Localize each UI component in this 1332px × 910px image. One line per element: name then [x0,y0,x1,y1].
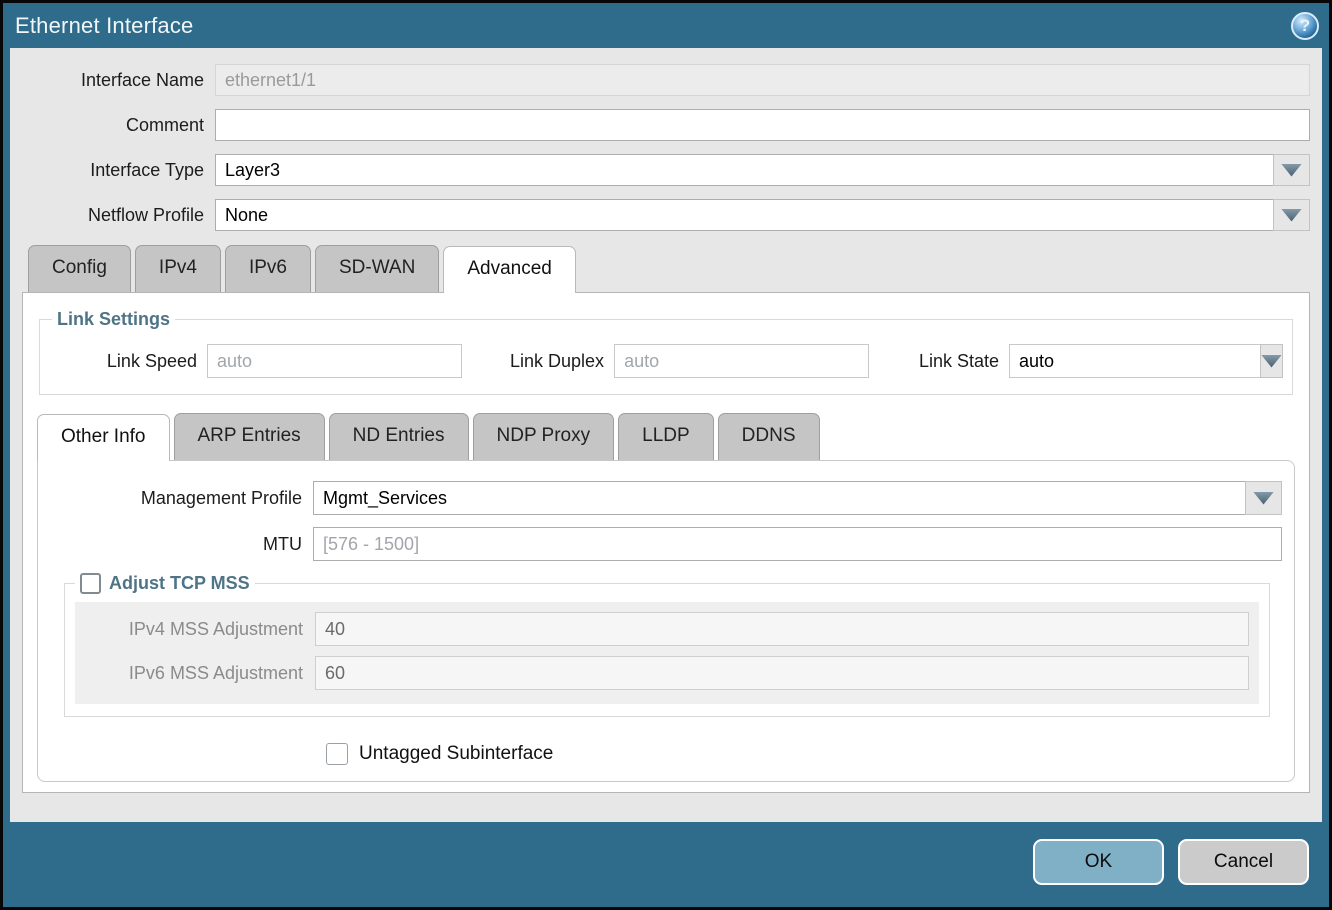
interface-type-label: Interface Type [22,160,215,181]
adjust-tcp-mss-legend-text: Adjust TCP MSS [109,573,250,594]
interface-type-field[interactable] [215,154,1273,186]
link-settings-fieldset: Link Settings Link Speed Link Duplex Lin… [39,309,1293,395]
untagged-subinterface-row: Untagged Subinterface [326,743,1282,765]
management-profile-dropdown-button[interactable] [1245,481,1282,515]
mtu-row: MTU [50,527,1282,561]
untagged-subinterface-label: Untagged Subinterface [359,743,553,765]
cancel-button[interactable]: Cancel [1178,839,1309,885]
link-state-group: Link State [919,344,1262,378]
adjust-tcp-mss-fieldset: Adjust TCP MSS IPv4 MSS Adjustment IPv6 … [64,573,1270,717]
ipv6-mss-field [315,656,1249,690]
link-state-dropdown-button[interactable] [1260,344,1283,378]
tab-advanced[interactable]: Advanced [443,246,576,293]
tab-arp-entries[interactable]: ARP Entries [174,413,325,460]
interface-type-dropdown [215,154,1310,186]
tab-lldp[interactable]: LLDP [618,413,714,460]
mtu-field[interactable] [313,527,1282,561]
tab-ipv6[interactable]: IPv6 [225,245,311,292]
adjust-tcp-mss-legend: Adjust TCP MSS [75,573,255,594]
management-profile-field[interactable] [313,481,1245,515]
interface-name-label: Interface Name [22,70,215,91]
chevron-down-icon [1253,492,1274,505]
tab-ipv4[interactable]: IPv4 [135,245,221,292]
comment-label: Comment [22,115,215,136]
help-icon[interactable]: ? [1291,12,1319,40]
netflow-profile-label: Netflow Profile [22,205,215,226]
other-info-panel: Management Profile MTU Adjust [37,460,1295,782]
dialog-body: Interface Name Comment Interface Type Ne… [10,48,1322,822]
main-tab-bar: Config IPv4 IPv6 SD-WAN Advanced [22,245,1310,292]
link-state-dropdown [1009,344,1262,378]
adjust-tcp-mss-checkbox[interactable] [80,573,101,594]
tab-ddns[interactable]: DDNS [718,413,820,460]
chevron-down-icon [1281,209,1302,222]
comment-field[interactable] [215,109,1310,141]
netflow-profile-field[interactable] [215,199,1273,231]
untagged-subinterface-checkbox[interactable] [326,743,348,765]
tab-sdwan[interactable]: SD-WAN [315,245,439,292]
netflow-profile-row: Netflow Profile [22,199,1310,231]
ipv4-mss-field [315,612,1249,646]
tab-other-info[interactable]: Other Info [37,414,170,461]
management-profile-label: Management Profile [50,488,313,509]
management-profile-row: Management Profile [50,481,1282,515]
link-settings-legend: Link Settings [52,309,175,330]
tab-ndp-proxy[interactable]: NDP Proxy [473,413,615,460]
link-duplex-label: Link Duplex [510,351,614,372]
ipv4-mss-row: IPv4 MSS Adjustment [75,612,1259,646]
tab-nd-entries[interactable]: ND Entries [329,413,469,460]
ipv6-mss-label: IPv6 MSS Adjustment [75,663,315,684]
management-profile-dropdown [313,481,1282,515]
mtu-label: MTU [50,534,313,555]
link-speed-label: Link Speed [52,351,207,372]
title-bar: Ethernet Interface ? [3,3,1329,48]
comment-row: Comment [22,109,1310,141]
netflow-profile-dropdown-button[interactable] [1273,199,1310,231]
dialog-title: Ethernet Interface [15,13,193,39]
inner-tab-bar: Other Info ARP Entries ND Entries NDP Pr… [37,413,1295,460]
chevron-down-icon [1261,355,1282,368]
link-state-field[interactable] [1009,344,1260,378]
netflow-profile-dropdown [215,199,1310,231]
ipv6-mss-row: IPv6 MSS Adjustment [75,656,1259,690]
interface-type-row: Interface Type [22,154,1310,186]
footer-button-bar: OK Cancel [1033,839,1309,885]
ethernet-interface-dialog: Ethernet Interface ? Interface Name Comm… [0,0,1332,910]
link-duplex-field[interactable] [614,344,869,378]
interface-name-field [215,64,1310,96]
interface-name-row: Interface Name [22,64,1310,96]
chevron-down-icon [1281,164,1302,177]
ipv4-mss-label: IPv4 MSS Adjustment [75,619,315,640]
advanced-tab-panel: Link Settings Link Speed Link Duplex Lin… [22,292,1310,793]
ok-button[interactable]: OK [1033,839,1164,885]
link-settings-row: Link Speed Link Duplex Link State [52,344,1280,378]
link-speed-field[interactable] [207,344,462,378]
interface-type-dropdown-button[interactable] [1273,154,1310,186]
mss-disabled-area: IPv4 MSS Adjustment IPv6 MSS Adjustment [75,602,1259,704]
tab-config[interactable]: Config [28,245,131,292]
link-state-label: Link State [919,351,1009,372]
